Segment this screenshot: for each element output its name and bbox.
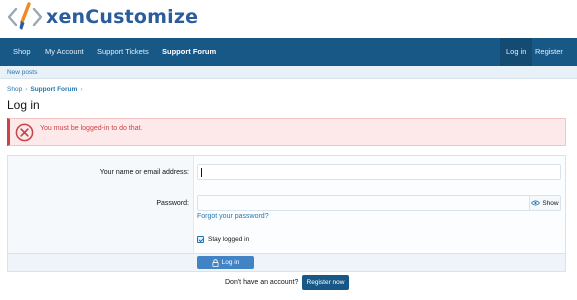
form-submit-row: Log in xyxy=(8,253,565,271)
site-header: xenCustomize xyxy=(0,0,577,38)
login-submit-button[interactable]: Log in xyxy=(197,256,254,269)
site-logo[interactable]: xenCustomize xyxy=(8,2,198,32)
stay-logged-in-label: Stay logged in xyxy=(208,236,250,243)
nav-item-support-forum[interactable]: Support Forum xyxy=(156,38,222,66)
error-message-block: You must be logged-in to do that. xyxy=(7,118,566,146)
show-password-label: Show xyxy=(542,199,559,207)
nav-item-shop[interactable]: Shop xyxy=(7,38,37,66)
breadcrumb-item-shop[interactable]: Shop xyxy=(7,86,22,93)
lock-icon xyxy=(212,258,219,267)
new-posts-link[interactable]: New posts xyxy=(7,66,37,79)
nav-item-support-tickets[interactable]: Support Tickets xyxy=(91,38,155,66)
main-nav: Shop My Account Support Tickets Support … xyxy=(0,38,577,66)
brush-code-icon xyxy=(8,2,42,30)
eye-icon xyxy=(531,200,541,206)
nav-login-link[interactable]: Log in xyxy=(500,38,533,66)
chevron-right-icon: › xyxy=(80,86,83,93)
login-form: Your name or email address: Password: Sh… xyxy=(7,155,566,272)
text-caret xyxy=(201,168,202,177)
username-input[interactable] xyxy=(197,164,561,180)
password-label: Password: xyxy=(156,200,189,207)
register-now-button[interactable]: Register now xyxy=(302,275,349,290)
no-account-text: Don't have an account? xyxy=(225,279,299,286)
login-submit-label: Log in xyxy=(221,259,240,266)
breadcrumb: Shop › Support Forum › xyxy=(7,86,85,93)
nav-item-my-account[interactable]: My Account xyxy=(39,38,90,66)
sub-nav: New posts xyxy=(0,66,577,79)
nav-register-link[interactable]: Register xyxy=(529,38,569,66)
chevron-right-icon: › xyxy=(25,86,28,93)
breadcrumb-item-support-forum[interactable]: Support Forum xyxy=(30,86,77,93)
stay-logged-in-checkbox[interactable] xyxy=(197,236,204,243)
stay-logged-in-option[interactable]: Stay logged in xyxy=(197,236,249,243)
password-input[interactable] xyxy=(197,195,530,211)
username-label: Your name or email address: xyxy=(99,169,189,176)
page-title: Log in xyxy=(7,98,40,112)
forgot-password-link[interactable]: Forgot your password? xyxy=(197,213,269,220)
error-message-text: You must be logged-in to do that. xyxy=(40,125,143,132)
show-password-button[interactable]: Show xyxy=(529,195,561,211)
error-circle-icon xyxy=(15,123,34,142)
brand-name: xenCustomize xyxy=(46,6,199,28)
